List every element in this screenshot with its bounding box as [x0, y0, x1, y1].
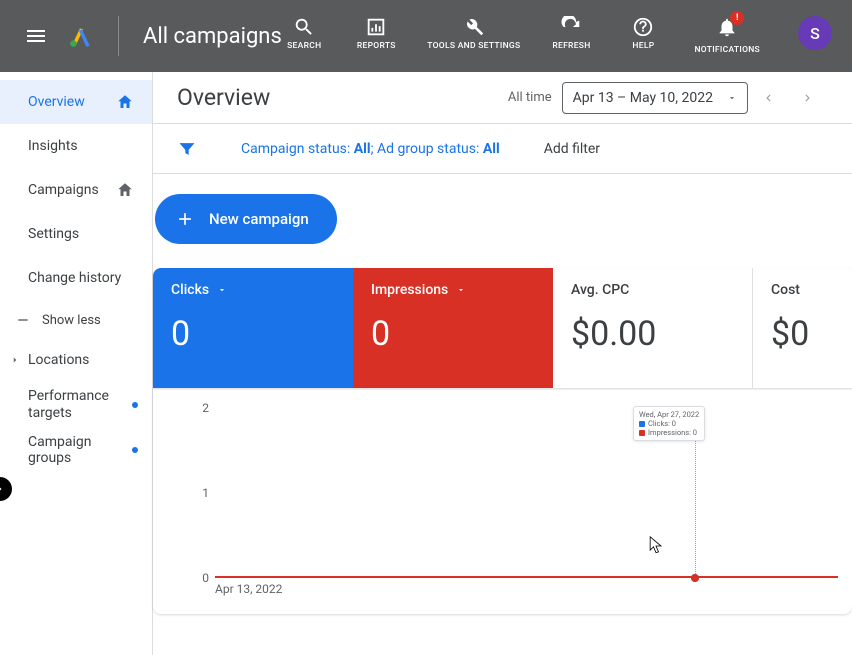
date-range-value: Apr 13 – May 10, 2022: [573, 90, 713, 106]
card-label: Clicks: [171, 282, 209, 298]
search-icon: [293, 16, 315, 38]
google-ads-logo: [68, 23, 94, 49]
scorecards: Clicks 0 Impressions 0 Avg. CPC: [153, 268, 852, 388]
sidebar-item-label: Overview: [28, 94, 116, 110]
help-icon: [632, 16, 654, 38]
collapse-handle[interactable]: [0, 477, 12, 501]
add-filter-button[interactable]: Add filter: [544, 141, 600, 157]
card-value: $0.00: [571, 314, 734, 354]
button-label: New campaign: [209, 210, 309, 228]
chevron-left-icon: [761, 91, 775, 105]
new-campaign-button[interactable]: New campaign: [155, 194, 337, 244]
sidebar-item-label: Insights: [28, 138, 134, 154]
filter-chip[interactable]: Campaign status: All; Ad group status: A…: [241, 141, 500, 157]
tools-settings-tool[interactable]: TOOLS AND SETTINGS: [427, 16, 520, 51]
notifications-tool[interactable]: ! NOTIFICATIONS: [694, 16, 760, 55]
sidebar-item-campaigns[interactable]: Campaigns: [0, 168, 152, 212]
blue-dot-icon: [132, 447, 138, 453]
y-tick: 0: [189, 571, 209, 585]
sidebar-item-label: Change history: [28, 270, 134, 286]
scope-title[interactable]: All campaigns: [143, 24, 282, 49]
filter-bar: Campaign status: All; Ad group status: A…: [153, 124, 852, 174]
divider: [118, 16, 119, 56]
topbar: All campaigns SEARCH REPORTS TOOLS AND S…: [0, 0, 852, 72]
home-icon: [116, 93, 134, 111]
main-content: Overview All time Apr 13 – May 10, 2022 …: [153, 72, 852, 655]
scorecard-impressions[interactable]: Impressions 0: [353, 268, 553, 388]
date-range-label: All time: [508, 90, 552, 105]
card-label: Avg. CPC: [571, 282, 629, 298]
refresh-icon: [560, 16, 582, 38]
filter-icon[interactable]: [177, 139, 197, 159]
card-value: $0: [771, 314, 835, 354]
sidebar-item-label: Performance targets: [28, 388, 132, 422]
dropdown-icon: [456, 285, 466, 295]
refresh-tool[interactable]: REFRESH: [550, 16, 592, 51]
card-value: 0: [371, 314, 535, 354]
sidebar-item-label: Campaign groups: [28, 434, 132, 466]
reports-tool[interactable]: REPORTS: [355, 16, 397, 51]
prev-period-button[interactable]: [748, 78, 788, 118]
tooltip-date: Wed, Apr 27, 2022: [639, 410, 699, 419]
sidebar: Overview Insights Campaigns Settings Cha…: [0, 72, 153, 655]
tool-label: REFRESH: [552, 42, 590, 51]
avatar[interactable]: S: [798, 16, 832, 50]
plus-icon: [175, 209, 195, 229]
sidebar-item-insights[interactable]: Insights: [0, 124, 152, 168]
y-tick: 2: [189, 401, 209, 415]
hamburger-menu[interactable]: [24, 24, 48, 48]
sidebar-item-campaign-groups[interactable]: Campaign groups: [0, 430, 152, 470]
notification-badge: !: [730, 11, 744, 25]
card-value: 0: [171, 314, 335, 354]
scorecard-cost[interactable]: Cost $0: [753, 268, 852, 388]
chart-tooltip: Wed, Apr 27, 2022 Clicks: 0 Impressions:…: [633, 406, 705, 441]
x-start-label: Apr 13, 2022: [215, 582, 282, 596]
sidebar-item-change-history[interactable]: Change history: [0, 256, 152, 300]
tool-label: HELP: [632, 42, 654, 51]
help-tool[interactable]: HELP: [622, 16, 664, 51]
caret-right-icon: [10, 355, 20, 365]
sidebar-item-performance-targets[interactable]: Performance targets: [0, 380, 152, 430]
tool-label: NOTIFICATIONS: [694, 46, 760, 55]
show-less-label: Show less: [42, 313, 101, 328]
reports-icon: [365, 16, 387, 38]
date-range-picker[interactable]: Apr 13 – May 10, 2022: [562, 82, 748, 114]
series-line-impressions: [215, 576, 838, 578]
sidebar-item-label: Locations: [28, 352, 138, 368]
minus-icon: [16, 313, 30, 327]
home-icon: [116, 181, 134, 199]
sidebar-item-overview[interactable]: Overview: [0, 80, 152, 124]
scorecard-avg-cpc[interactable]: Avg. CPC $0.00: [553, 268, 753, 388]
tool-label: TOOLS AND SETTINGS: [427, 42, 520, 51]
blue-dot-icon: [132, 402, 138, 408]
show-less-toggle[interactable]: Show less: [0, 300, 152, 340]
page-title: Overview: [177, 84, 270, 111]
chevron-right-icon: [801, 91, 815, 105]
tool-label: REPORTS: [357, 42, 396, 51]
tool-label: SEARCH: [287, 42, 321, 51]
dropdown-icon: [217, 285, 227, 295]
wrench-icon: [463, 16, 485, 38]
page-header: Overview All time Apr 13 – May 10, 2022: [153, 72, 852, 124]
next-period-button[interactable]: [788, 78, 828, 118]
chart: 2 1 0 Apr 13, 2022 Wed, Apr 27, 2022 Cli…: [153, 390, 852, 614]
search-tool[interactable]: SEARCH: [283, 16, 325, 51]
sidebar-item-locations[interactable]: Locations: [0, 340, 152, 380]
card-label: Impressions: [371, 282, 448, 298]
scorecard-clicks[interactable]: Clicks 0: [153, 268, 353, 388]
sidebar-item-label: Campaigns: [28, 182, 116, 198]
sidebar-item-label: Settings: [28, 226, 134, 242]
sidebar-item-settings[interactable]: Settings: [0, 212, 152, 256]
dropdown-icon: [727, 93, 737, 103]
card-label: Cost: [771, 282, 800, 298]
y-tick: 1: [189, 486, 209, 500]
